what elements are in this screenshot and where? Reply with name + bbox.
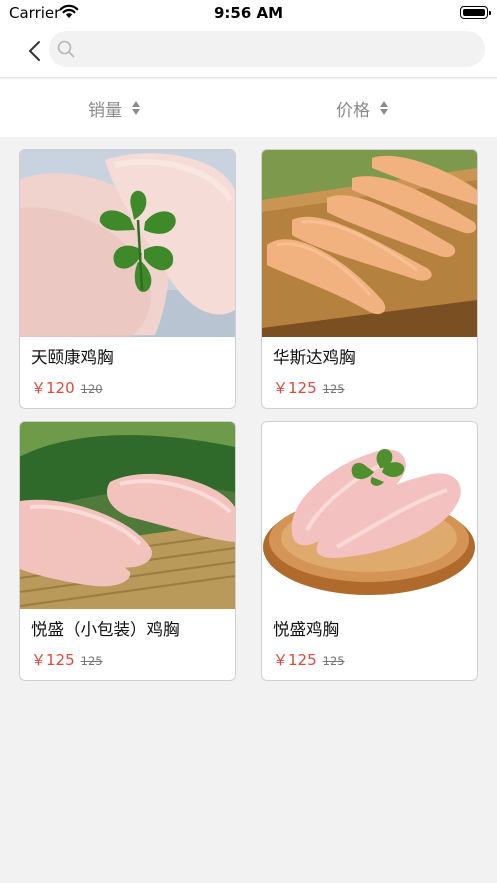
product-name: 天颐康鸡胸 <box>31 348 114 367</box>
back-chevron-icon[interactable] <box>22 38 48 64</box>
sort-price-label: 价格 <box>336 100 370 121</box>
sort-sales-label: 销量 <box>88 100 122 121</box>
product-price: ￥120 <box>31 379 75 397</box>
clock: 9:56 AM <box>213 4 284 22</box>
price-row: ￥125 125 <box>31 649 103 670</box>
sort-by-price[interactable]: 价格 <box>336 95 388 121</box>
product-price: ￥125 <box>273 651 317 669</box>
product-original-price: 125 <box>80 654 103 668</box>
nav-bar <box>0 26 497 78</box>
product-image <box>20 150 235 337</box>
product-card[interactable]: 悦盛（小包装）鸡胸 ￥125 125 <box>19 421 236 681</box>
product-original-price: 125 <box>322 382 345 396</box>
product-image <box>262 150 477 337</box>
battery-icon <box>460 6 491 19</box>
search-box[interactable] <box>49 31 485 67</box>
price-row: ￥125 125 <box>273 649 345 670</box>
product-card[interactable]: 天颐康鸡胸 ￥120 120 <box>19 149 236 409</box>
product-original-price: 120 <box>80 382 103 396</box>
product-price: ￥125 <box>31 651 75 669</box>
product-name: 华斯达鸡胸 <box>273 348 356 367</box>
search-icon <box>57 40 75 58</box>
sort-arrows-icon <box>132 101 140 115</box>
product-price: ￥125 <box>273 379 317 397</box>
product-image <box>262 422 477 609</box>
price-row: ￥125 125 <box>273 377 345 398</box>
product-original-price: 125 <box>322 654 345 668</box>
product-card[interactable]: 华斯达鸡胸 ￥125 125 <box>261 149 478 409</box>
product-name: 悦盛鸡胸 <box>273 620 339 639</box>
product-name: 悦盛（小包装）鸡胸 <box>31 620 180 639</box>
status-bar: Carrier 9:56 AM <box>0 0 497 26</box>
sort-arrows-icon <box>380 101 388 115</box>
product-card[interactable]: 悦盛鸡胸 ￥125 125 <box>261 421 478 681</box>
price-row: ￥120 120 <box>31 377 103 398</box>
product-image <box>20 422 235 609</box>
sort-bar: 销量 价格 <box>0 79 497 137</box>
search-input[interactable] <box>81 31 476 67</box>
sort-by-sales[interactable]: 销量 <box>88 95 140 121</box>
